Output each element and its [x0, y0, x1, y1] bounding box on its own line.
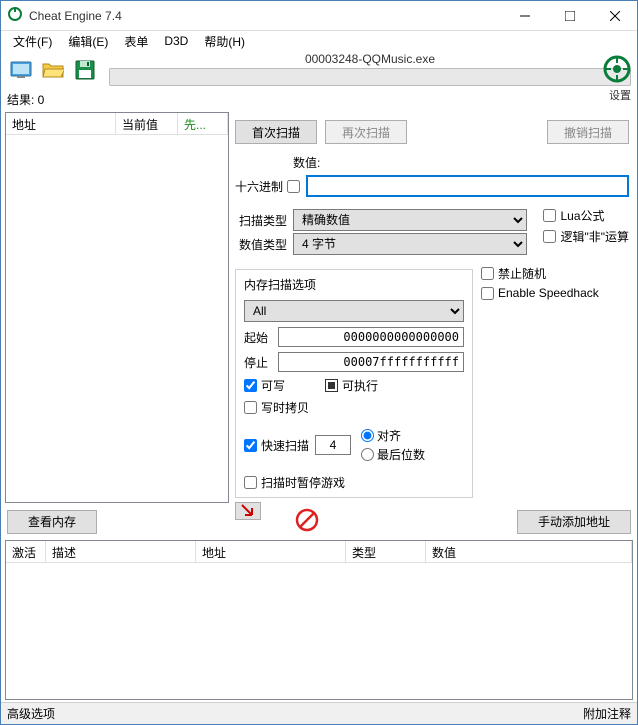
writable-checkbox[interactable]: 可写: [244, 377, 285, 394]
col-address[interactable]: 地址: [196, 541, 346, 562]
alignment-input[interactable]: [315, 435, 351, 455]
not-checkbox[interactable]: 逻辑"非"运算: [543, 228, 629, 245]
address-list: 激活 描述 地址 类型 数值: [5, 540, 633, 700]
results-panel: 地址 当前值 先...: [5, 112, 229, 503]
menu-d3d[interactable]: D3D: [156, 32, 196, 50]
maximize-button[interactable]: [547, 1, 592, 30]
results-col-value[interactable]: 当前值: [116, 113, 178, 134]
advanced-options-button[interactable]: 高级选项: [7, 705, 55, 722]
mid-bar: 查看内存 手动添加地址: [1, 505, 637, 538]
progress-bar: [109, 68, 631, 86]
col-type[interactable]: 类型: [346, 541, 426, 562]
undo-scan-button[interactable]: 撤销扫描: [547, 120, 629, 144]
menu-edit[interactable]: 编辑(E): [60, 31, 116, 52]
start-address-input[interactable]: [278, 327, 464, 347]
executable-checkbox[interactable]: 可执行: [325, 377, 378, 394]
value-label: 数值:: [293, 154, 629, 171]
align-radio[interactable]: 对齐: [361, 427, 425, 444]
add-comment-button[interactable]: 附加注释: [583, 705, 631, 722]
process-name: 00003248-QQMusic.exe: [109, 52, 631, 66]
speedhack-checkbox[interactable]: Enable Speedhack: [481, 286, 599, 300]
menu-help[interactable]: 帮助(H): [196, 31, 253, 52]
fast-scan-checkbox[interactable]: 快速扫描: [244, 437, 309, 454]
results-col-address[interactable]: 地址: [6, 113, 116, 134]
scan-type-label: 扫描类型: [235, 212, 287, 229]
toolbar: 00003248-QQMusic.exe 设置: [1, 51, 637, 89]
titlebar: Cheat Engine 7.4: [1, 1, 637, 31]
stop-address-input[interactable]: [278, 352, 464, 372]
tristate-box-icon: [325, 379, 338, 392]
results-col-prev[interactable]: 先...: [178, 113, 228, 134]
value-type-label: 数值类型: [235, 236, 287, 253]
no-random-checkbox[interactable]: 禁止随机: [481, 265, 599, 282]
results-body[interactable]: [6, 135, 228, 502]
close-button[interactable]: [592, 1, 637, 30]
cow-checkbox[interactable]: 写时拷贝: [244, 399, 464, 416]
col-desc[interactable]: 描述: [46, 541, 196, 562]
mem-options-title: 内存扫描选项: [244, 276, 464, 293]
address-list-body[interactable]: [6, 563, 632, 699]
results-header: 地址 当前值 先...: [6, 113, 228, 135]
hex-checkbox[interactable]: 十六进制: [235, 178, 300, 195]
value-input[interactable]: [306, 175, 629, 197]
view-memory-button[interactable]: 查看内存: [7, 510, 97, 534]
col-active[interactable]: 激活: [6, 541, 46, 562]
memory-scan-options: 内存扫描选项 All 起始 停止 可写 可执行 写时拷贝 快速扫描: [235, 269, 473, 498]
minimize-button[interactable]: [502, 1, 547, 30]
open-file-button[interactable]: [39, 56, 67, 84]
next-scan-button[interactable]: 再次扫描: [325, 120, 407, 144]
no-entry-icon: [294, 522, 320, 536]
first-scan-button[interactable]: 首次扫描: [235, 120, 317, 144]
window-title: Cheat Engine 7.4: [29, 9, 502, 23]
stop-label: 停止: [244, 354, 272, 371]
value-type-select[interactable]: 4 字节: [293, 233, 527, 255]
menu-file[interactable]: 文件(F): [5, 31, 60, 52]
scan-panel: 首次扫描 再次扫描 撤销扫描 数值: 十六进制 扫描类型 精确数值 数值类型 4…: [229, 110, 637, 505]
scan-type-select[interactable]: 精确数值: [293, 209, 527, 231]
open-process-button[interactable]: [7, 56, 35, 84]
ce-logo-icon[interactable]: [601, 53, 633, 88]
statusbar: 高级选项 附加注释: [1, 702, 637, 724]
col-value[interactable]: 数值: [426, 541, 632, 562]
mem-region-select[interactable]: All: [244, 300, 464, 322]
menubar: 文件(F) 编辑(E) 表单 D3D 帮助(H): [1, 31, 637, 51]
pause-checkbox[interactable]: 扫描时暂停游戏: [244, 474, 464, 491]
lua-checkbox[interactable]: Lua公式: [543, 207, 629, 224]
settings-label[interactable]: 设置: [609, 87, 631, 103]
save-button[interactable]: [71, 56, 99, 84]
results-count: 结果: 0: [1, 89, 637, 110]
last-digits-radio[interactable]: 最后位数: [361, 446, 425, 463]
menu-table[interactable]: 表单: [116, 31, 156, 52]
add-address-manual-button[interactable]: 手动添加地址: [517, 510, 631, 534]
app-icon: [7, 6, 23, 25]
start-label: 起始: [244, 329, 272, 346]
